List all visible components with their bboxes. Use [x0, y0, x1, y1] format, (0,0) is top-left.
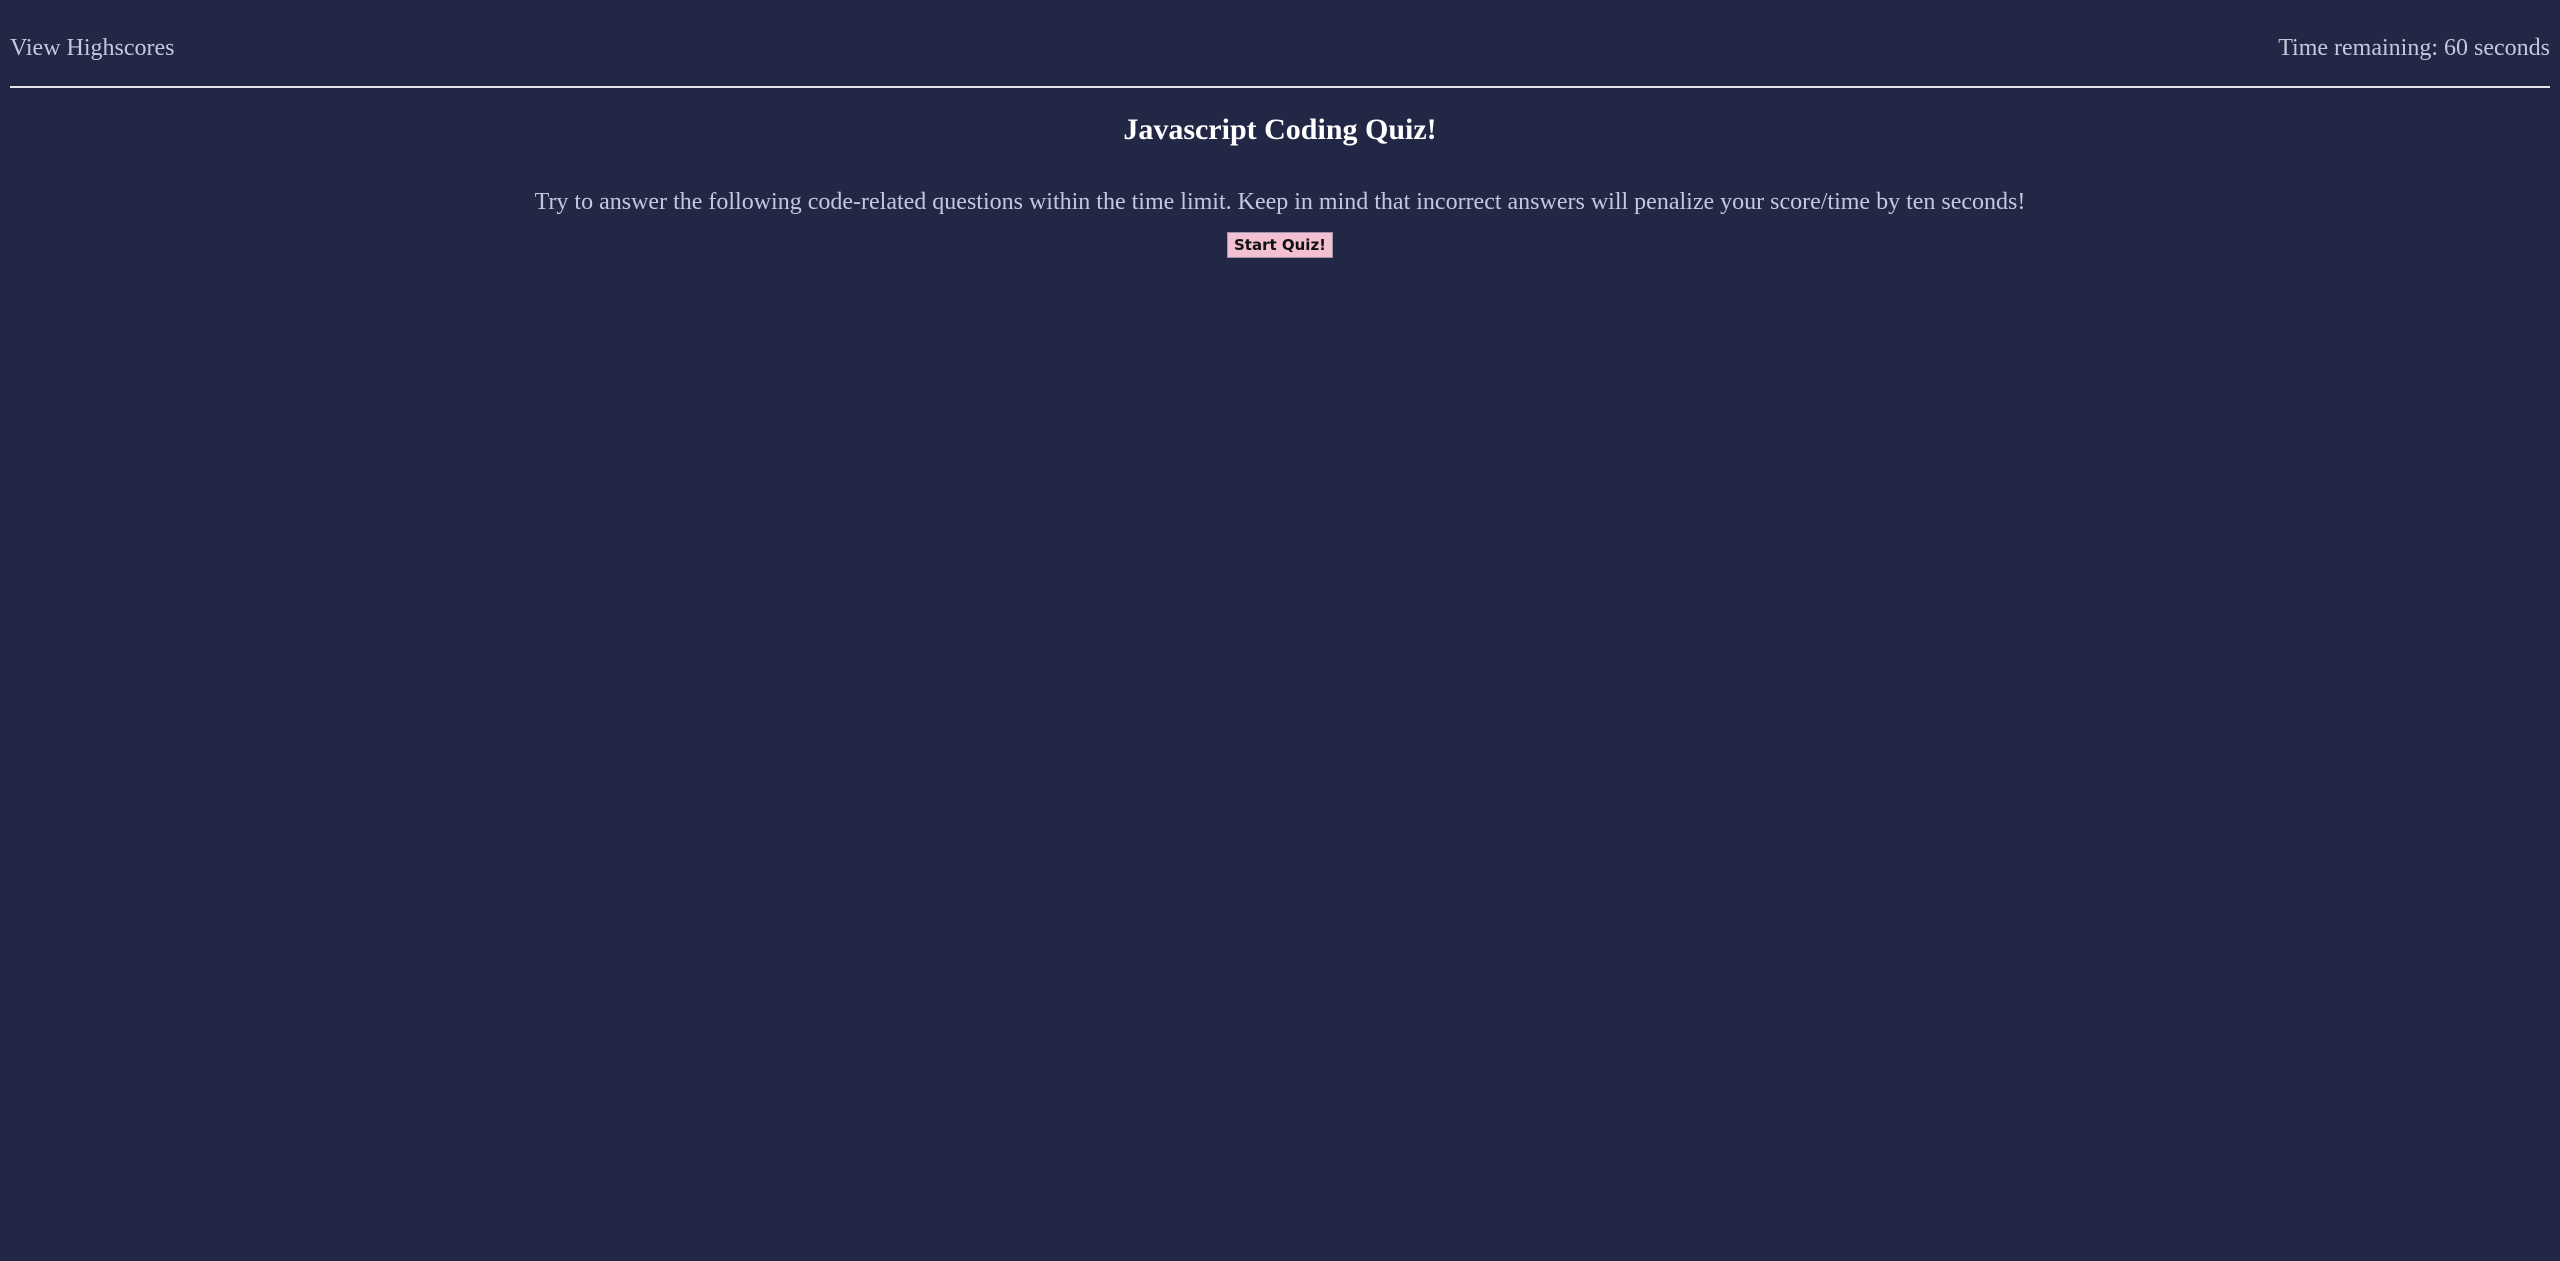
quiz-start-panel: Javascript Coding Quiz! Try to answer th…	[0, 88, 2560, 258]
header-bar: View Highscores Time remaining: 60 secon…	[10, 0, 2550, 88]
time-remaining-label: Time remaining: 60 seconds	[2278, 35, 2550, 61]
view-highscores-link[interactable]: View Highscores	[10, 32, 175, 64]
page-title: Javascript Coding Quiz!	[1123, 113, 1437, 146]
quiz-instructions: Try to answer the following code-related…	[534, 189, 2026, 215]
start-quiz-button[interactable]: Start Quiz!	[1226, 232, 1334, 258]
